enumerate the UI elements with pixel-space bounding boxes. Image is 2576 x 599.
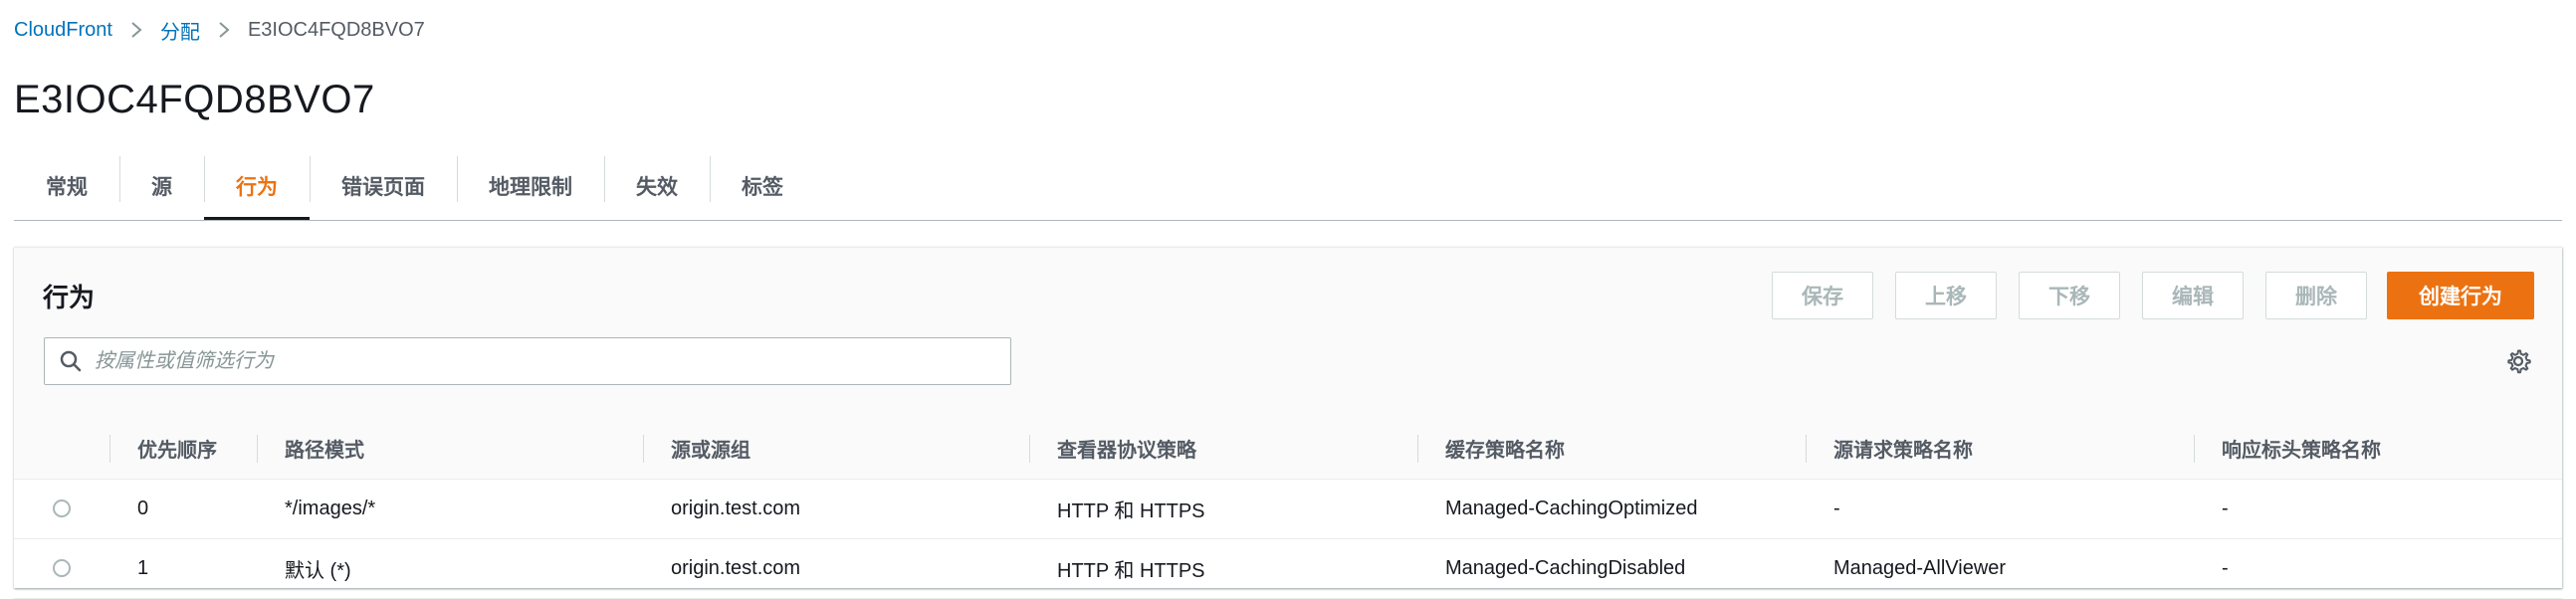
search-input[interactable] <box>93 348 972 374</box>
table-row[interactable]: 0 */images/* origin.test.com HTTP 和 HTTP… <box>14 479 2562 538</box>
table-row[interactable]: 1 默认 (*) origin.test.com HTTP 和 HTTPS Ma… <box>14 538 2562 598</box>
column-header-origin-request-policy[interactable]: 源请求策略名称 <box>1806 419 2194 480</box>
tab-geographic-restrictions[interactable]: 地理限制 <box>457 154 604 218</box>
column-header-viewer-protocol-policy[interactable]: 查看器协议策略 <box>1029 419 1417 480</box>
row-select-cell <box>14 538 109 598</box>
column-header-cache-policy[interactable]: 缓存策略名称 <box>1417 419 1806 480</box>
tab-list: 常规 源 行为 错误页面 地理限制 失效 标签 <box>14 154 815 220</box>
row-radio[interactable] <box>53 559 71 578</box>
row-select-cell <box>14 479 109 538</box>
search-icon <box>57 347 85 375</box>
breadcrumb-link-cloudfront[interactable]: CloudFront <box>14 19 112 42</box>
tab-tags[interactable]: 标签 <box>710 154 815 218</box>
behaviors-table: 优先顺序 路径模式 源或源组 查看器协议策略 缓存策略名称 源请求策略名称 响应… <box>14 419 2562 599</box>
page-title: E3IOC4FQD8BVO7 <box>14 78 375 121</box>
cell-response-headers-policy: - <box>2222 497 2229 519</box>
cell-origin: origin.test.com <box>671 556 801 579</box>
column-header-response-headers-policy[interactable]: 响应标头策略名称 <box>2194 419 2562 480</box>
save-button[interactable]: 保存 <box>1772 272 1873 319</box>
cell-origin: origin.test.com <box>671 497 801 519</box>
breadcrumb: CloudFront 分配 E3IOC4FQD8BVO7 <box>14 16 425 45</box>
cell-path-pattern: */images/* <box>285 497 376 519</box>
tabs-divider <box>14 220 2562 221</box>
table-header-row: 优先顺序 路径模式 源或源组 查看器协议策略 缓存策略名称 源请求策略名称 响应… <box>14 419 2562 480</box>
row-radio[interactable] <box>53 499 71 518</box>
tab-invalidations[interactable]: 失效 <box>604 154 710 218</box>
edit-button[interactable]: 编辑 <box>2142 272 2244 319</box>
cell-cache-policy: Managed-CachingDisabled <box>1445 556 1686 579</box>
breadcrumb-link-distributions[interactable]: 分配 <box>160 16 200 45</box>
column-header-origin[interactable]: 源或源组 <box>643 419 1029 480</box>
column-header-priority[interactable]: 优先顺序 <box>109 419 257 480</box>
cell-viewer-protocol-policy: HTTP 和 HTTPS <box>1057 499 1205 522</box>
gear-icon[interactable] <box>2502 345 2534 377</box>
tab-behaviors[interactable]: 行为 <box>204 154 310 220</box>
breadcrumb-current: E3IOC4FQD8BVO7 <box>247 18 425 41</box>
cell-priority: 0 <box>137 497 149 519</box>
move-up-button[interactable]: 上移 <box>1895 272 1997 319</box>
cell-origin-request-policy: - <box>1833 497 1840 519</box>
cell-response-headers-policy: - <box>2222 556 2229 579</box>
panel-title: 行为 <box>43 283 96 312</box>
tab-error-pages[interactable]: 错误页面 <box>310 154 457 218</box>
chevron-right-icon <box>124 18 148 42</box>
create-behavior-button[interactable]: 创建行为 <box>2387 272 2534 319</box>
move-down-button[interactable]: 下移 <box>2019 272 2120 319</box>
cell-origin-request-policy: Managed-AllViewer <box>1833 556 2007 579</box>
cell-path-pattern: 默认 (*) <box>285 559 351 582</box>
column-header-path-pattern[interactable]: 路径模式 <box>257 419 643 480</box>
cell-viewer-protocol-policy: HTTP 和 HTTPS <box>1057 559 1205 582</box>
panel-header: 行为 保存 上移 下移 编辑 删除 创建行为 <box>14 248 2562 420</box>
tab-origins[interactable]: 源 <box>119 154 204 218</box>
delete-button[interactable]: 删除 <box>2265 272 2367 319</box>
tab-general[interactable]: 常规 <box>14 154 119 218</box>
cell-priority: 1 <box>137 556 149 579</box>
search-field[interactable] <box>44 337 1011 385</box>
column-header-select <box>14 419 109 480</box>
chevron-right-icon <box>212 18 236 42</box>
cell-cache-policy: Managed-CachingOptimized <box>1445 497 1698 519</box>
behaviors-panel: 行为 保存 上移 下移 编辑 删除 创建行为 优先顺序 路径 <box>14 247 2562 598</box>
